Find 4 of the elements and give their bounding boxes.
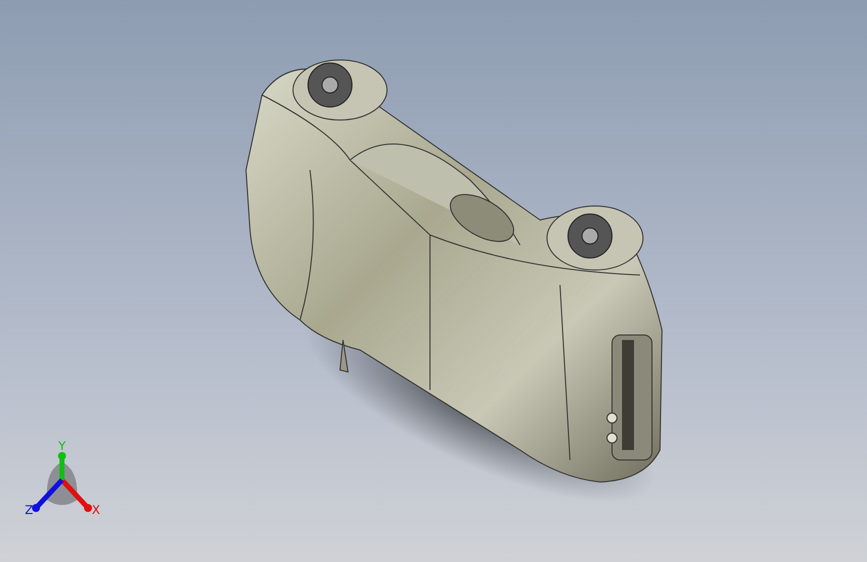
triad-cone-icon — [46, 462, 78, 505]
axis-label: X — [92, 503, 100, 517]
axis-label: Z — [24, 503, 34, 517]
axis-label: Y — [58, 439, 66, 453]
